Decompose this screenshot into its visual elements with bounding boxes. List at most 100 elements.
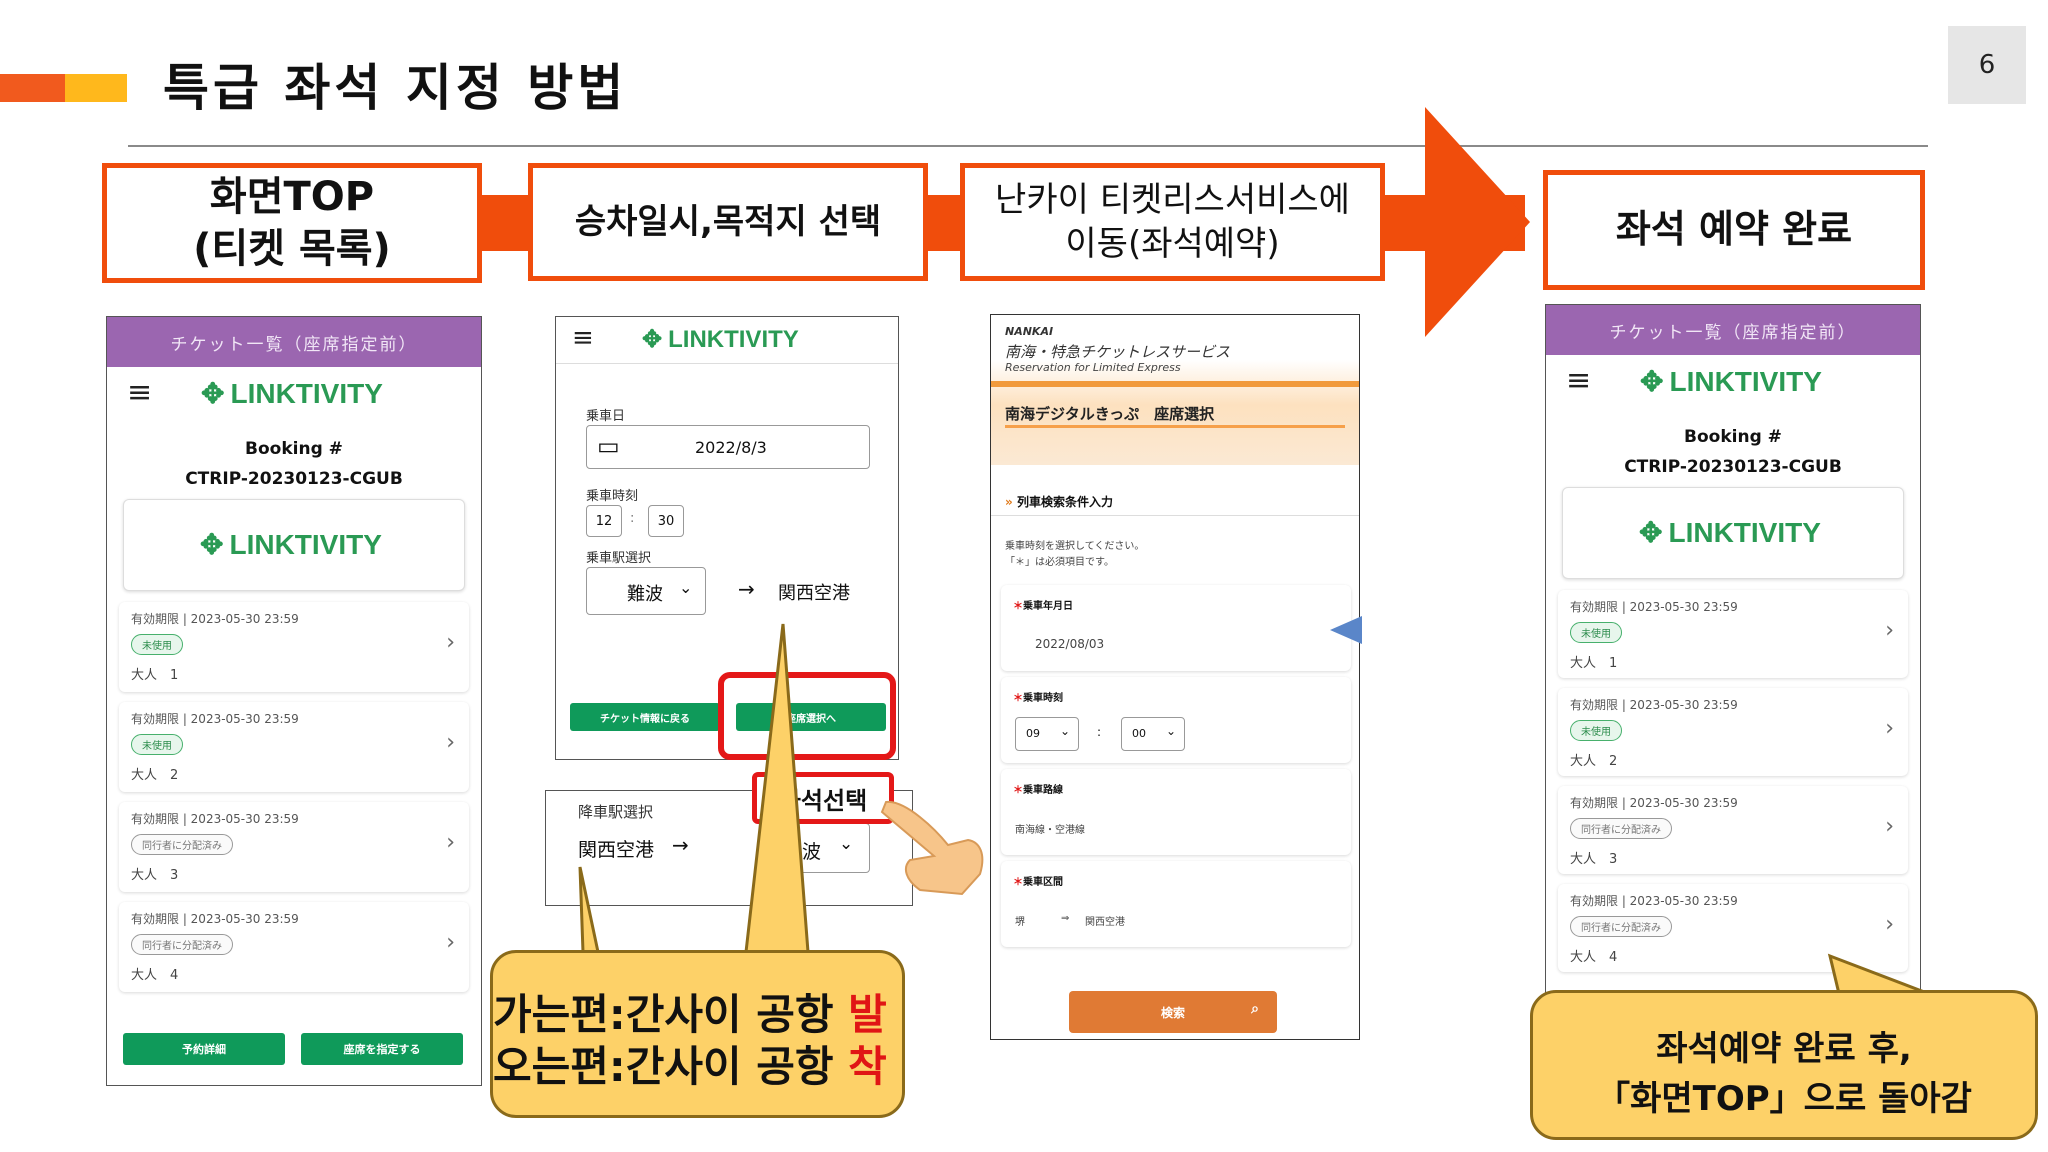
chevron-right-icon[interactable]: ›	[446, 630, 455, 655]
ticket-list-header: チケット一覧（座席指定前）	[107, 317, 481, 367]
linktivity-logo-icon: ✥	[642, 326, 663, 353]
chevron-down-icon: ⌄	[679, 578, 693, 597]
required-mark: ＊	[1013, 877, 1023, 888]
step-reservation-complete: 좌석 예약 완료	[1543, 170, 1925, 290]
step-nankai-ticketless: 난카이 티켓리스서비스에 이동(좌석예약)	[960, 163, 1385, 281]
linktivity-logo: ✥ LINKTIVITY	[201, 377, 383, 410]
status-badge: 未使用	[131, 734, 183, 755]
minute-select[interactable]: 00 ⌄	[1121, 717, 1185, 751]
ticket-count: 大人 1	[131, 668, 179, 683]
time-label-text: 乗車時刻	[1023, 693, 1063, 704]
station-label: 乗車駅選択	[586, 551, 652, 566]
step-top-screen: 화면TOP (티켓 목록)	[102, 163, 482, 283]
minute-select[interactable]: 30	[648, 505, 684, 537]
chevron-right-icon[interactable]: ›	[1885, 814, 1894, 839]
ticket-card[interactable]: 有効期限 | 2023-05-30 23:59 未使用 大人 2 ›	[119, 702, 469, 792]
page-title: 특급 좌석 지정 방법	[163, 59, 628, 117]
step-1-line1: 화면TOP	[209, 174, 375, 220]
ticket-card[interactable]: 有効期限 | 2023-05-30 23:59 同行者に分配済み 大人 3 ›	[119, 802, 469, 892]
accent-bar-orange	[0, 74, 65, 102]
route-section-label: ＊乗車区間	[1013, 873, 1063, 888]
ticket-valid-until: 有効期限 | 2023-05-30 23:59	[131, 712, 299, 726]
date-field[interactable]: ▭ 2022/8/3	[586, 425, 870, 469]
nankai-title: 南海・特急チケットレスサービス	[1005, 343, 1231, 361]
time-separator: :	[1097, 725, 1102, 739]
status-badge: 同行者に分配済み	[131, 834, 233, 855]
date-value: 2022/8/3	[695, 438, 767, 457]
outbound-marker: 발	[848, 990, 887, 1039]
step-select-date-destination: 승차일시,목적지 선택	[528, 163, 928, 281]
time-section: ＊乗車時刻 09 ⌄ : 00 ⌄	[1001, 677, 1351, 763]
chevron-right-icon[interactable]: ›	[1885, 618, 1894, 643]
ticket-card[interactable]: 有効期限 | 2023-05-30 23:59 未使用 大人 2 ›	[1558, 688, 1908, 776]
from-station-select[interactable]: 難波 ⌄	[586, 567, 706, 615]
page-number: 6	[1948, 26, 2026, 104]
completion-line2: 「화면TOP」으로 돌아감	[1596, 1079, 1972, 1119]
to-station[interactable]: 関西空港	[1085, 913, 1125, 928]
card-logo-icon: ✥	[1639, 517, 1663, 548]
to-station: 関西空港	[778, 583, 850, 604]
status-badge: 同行者に分配済み	[131, 934, 233, 955]
ticket-count: 大人 2	[1570, 754, 1618, 769]
assign-seat-button[interactable]: 座席を指定する	[301, 1033, 463, 1065]
ticket-card[interactable]: 有効期限 | 2023-05-30 23:59 未使用 大人 1 ›	[1558, 590, 1908, 678]
calendar-icon: ▭	[597, 432, 620, 460]
linktivity-logo: ✥ LINKTIVITY	[1640, 365, 1822, 398]
route-arrow: ⇒	[1061, 913, 1070, 924]
hour-select[interactable]: 12	[586, 505, 622, 537]
accent-bar-yellow	[65, 74, 127, 102]
flow-arrow-head	[1425, 107, 1530, 337]
ticket-list-screen: チケット一覧（座席指定前） ≡ ✥ LINKTIVITY Booking # CT…	[106, 316, 482, 1086]
ticket-valid-until: 有効期限 | 2023-05-30 23:59	[131, 912, 299, 926]
ticket-valid-until: 有効期限 | 2023-05-30 23:59	[1570, 698, 1738, 712]
booking-details-button[interactable]: 予約詳細	[123, 1033, 285, 1065]
search-conditions-title: » 列車検索条件入力	[1005, 493, 1113, 510]
ticket-list-after-screen: チケット一覧（座席指定前） ≡ ✥ LINKTIVITY Booking # CT…	[1545, 304, 1921, 1004]
line-label: ＊乗車路線	[1013, 781, 1063, 796]
ticket-card[interactable]: 有効期限 | 2023-05-30 23:59 同行者に分配済み 大人 4 ›	[119, 902, 469, 992]
hour-select[interactable]: 09 ⌄	[1015, 717, 1079, 751]
chevron-right-icon[interactable]: ›	[1885, 912, 1894, 937]
required-mark: ＊	[1013, 785, 1023, 796]
ticket-card[interactable]: 有効期限 | 2023-05-30 23:59 同行者に分配済み 大人 3 ›	[1558, 786, 1908, 874]
ticket-count: 大人 3	[131, 868, 179, 883]
search-conditions-text: 列車検索条件入力	[1016, 495, 1113, 509]
nankai-subtitle: Reservation for Limited Express	[1005, 361, 1181, 374]
chevron-right-icon[interactable]: ›	[446, 930, 455, 955]
time-separator: :	[630, 511, 635, 526]
completion-line1: 좌석예약 완료 후,	[1656, 1029, 1912, 1069]
ticket-count: 大人 3	[1570, 852, 1618, 867]
step-2-line1: 승차일시,목적지 선택	[574, 201, 882, 242]
date-label-text: 乗車年月日	[1023, 601, 1073, 612]
hour-value: 09	[1026, 727, 1040, 740]
instruction-2: 「＊」は必須項目です。	[1005, 557, 1114, 568]
hamburger-menu-icon[interactable]: ≡	[572, 323, 594, 353]
search-icon: ⌕	[1251, 1001, 1259, 1017]
chevron-right-icon[interactable]: ›	[446, 830, 455, 855]
ticket-card[interactable]: 有効期限 | 2023-05-30 23:59 未使用 大人 1 ›	[119, 602, 469, 692]
search-button[interactable]: 検索 ⌕	[1069, 991, 1277, 1033]
card-logo-icon: ✥	[200, 529, 224, 560]
card-logo: ✥ LINKTIVITY	[1639, 516, 1821, 549]
chevron-right-icon[interactable]: ›	[1885, 716, 1894, 741]
date-section: ＊乗車年月日 2022/08/03	[1001, 585, 1351, 671]
completion-callout: 좌석예약 완료 후, 「화면TOP」으로 돌아감	[1530, 990, 2038, 1140]
return-text: 오는편:간사이 공항	[493, 1042, 849, 1091]
nankai-stripe	[991, 381, 1359, 387]
logo-text: LINKTIVITY	[668, 325, 799, 353]
status-badge: 未使用	[131, 634, 183, 655]
section-underline	[1005, 425, 1345, 428]
booking-card: ✥ LINKTIVITY	[123, 499, 465, 591]
line-value[interactable]: 南海線・空港線	[1015, 821, 1085, 836]
chevron-right-icon[interactable]: ›	[446, 730, 455, 755]
hamburger-menu-icon[interactable]: ≡	[127, 375, 152, 410]
date-value[interactable]: 2022/08/03	[1035, 637, 1104, 651]
pointer-triangle-icon	[1330, 616, 1362, 644]
route-callout: 가는편:간사이 공항 발 오는편:간사이 공항 착	[490, 950, 905, 1118]
double-chevron-icon: »	[1005, 495, 1013, 509]
status-badge: 未使用	[1570, 622, 1622, 643]
from-station[interactable]: 堺	[1015, 913, 1025, 928]
hamburger-menu-icon[interactable]: ≡	[1566, 363, 1591, 398]
booking-card: ✥ LINKTIVITY	[1562, 487, 1904, 579]
nankai-section-title: 南海デジタルきっぷ 座席選択	[1005, 405, 1215, 423]
